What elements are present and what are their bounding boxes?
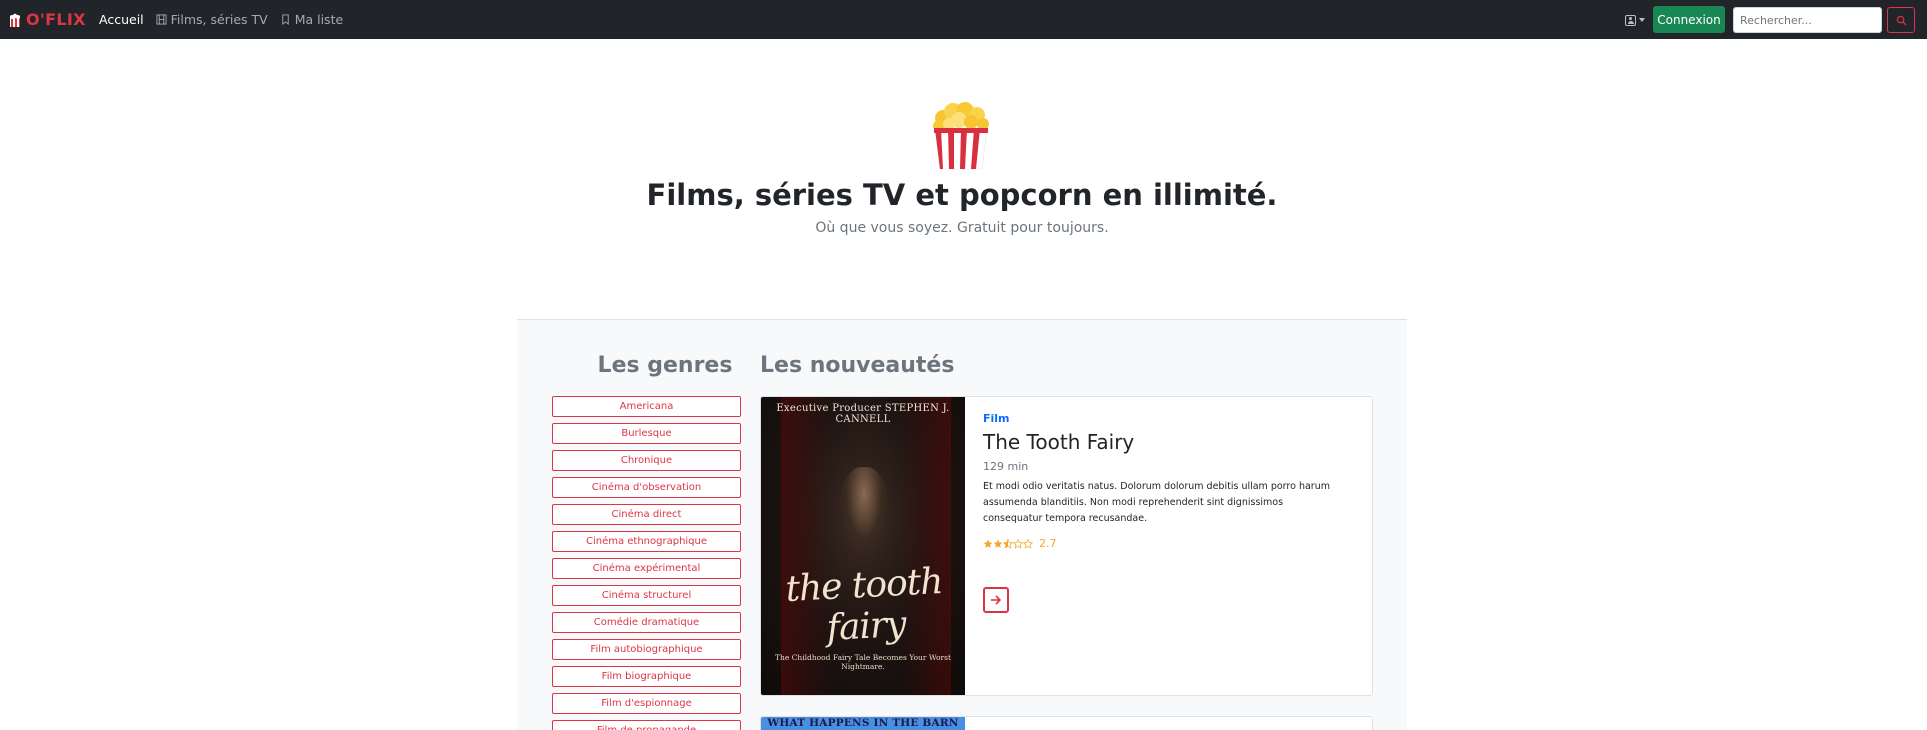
brand-logo[interactable]: O'FLIX <box>8 0 86 39</box>
genre-button[interactable]: Burlesque <box>552 423 741 444</box>
top-navbar: O'FLIX Accueil Films, séries TV Ma liste… <box>0 0 1927 39</box>
film-icon <box>156 14 167 25</box>
star-full-icon <box>983 539 993 548</box>
genre-button[interactable]: Cinéma ethnographique <box>552 531 741 552</box>
nav-link-films-series-label: Films, séries TV <box>170 12 268 27</box>
poster-figure <box>839 467 889 557</box>
star-half-icon <box>1003 538 1013 549</box>
nav-link-films-series[interactable]: Films, séries TV <box>156 12 268 27</box>
nav-link-home-label: Accueil <box>99 12 144 27</box>
nav-links: Accueil Films, séries TV Ma liste <box>99 0 343 39</box>
genre-button[interactable]: Film autobiographique <box>552 639 741 660</box>
poster-tagline: The Childhood Fairy Tale Becomes Your Wo… <box>775 653 951 671</box>
hero-title: Films, séries TV et popcorn en illimité. <box>646 178 1278 212</box>
search-input[interactable] <box>1733 7 1882 33</box>
movie-title: The Tooth Fairy <box>983 430 1135 454</box>
search-icon <box>1896 15 1907 26</box>
nav-link-my-list-label: Ma liste <box>294 12 344 27</box>
card-body: Film The Tooth Fairy 129 min Et modi odi… <box>981 397 1372 695</box>
movie-card: Executive Producer STEPHEN J. CANNELL th… <box>760 396 1373 696</box>
poster-credit: Executive Producer STEPHEN J. CANNELL <box>776 403 950 425</box>
poster-title: WHAT HAPPENS IN THE BARN <box>767 717 959 729</box>
hero-subtitle: Où que vous soyez. Gratuit pour toujours… <box>815 220 1109 236</box>
view-details-button[interactable] <box>983 587 1009 613</box>
star-empty-icon <box>1013 538 1023 549</box>
movie-synopsis: Et modi odio veritatis natus. Dolorum do… <box>983 481 1330 524</box>
movie-card: WHAT HAPPENS IN THE BARN <box>760 716 1373 730</box>
movie-poster[interactable]: Executive Producer STEPHEN J. CANNELL th… <box>761 397 965 695</box>
movie-rating: 2.7 <box>983 537 1057 550</box>
genre-button[interactable]: Film biographique <box>552 666 741 687</box>
nav-link-my-list[interactable]: Ma liste <box>280 12 343 27</box>
genre-button[interactable]: Chronique <box>552 450 741 471</box>
main-section: Les genres Americana Burlesque Chronique… <box>517 319 1407 730</box>
star-empty-icon <box>1023 538 1033 549</box>
star-full-icon <box>993 539 1003 548</box>
genre-button[interactable]: Film d'espionnage <box>552 693 741 714</box>
brand-name: O'FLIX <box>26 10 86 29</box>
caret-down-icon <box>1639 18 1645 22</box>
popcorn-icon <box>10 13 20 27</box>
genre-button[interactable]: Cinéma direct <box>552 504 741 525</box>
movie-duration: 129 min <box>983 460 1029 473</box>
rating-stars <box>983 538 1033 549</box>
arrow-right-icon <box>991 595 1002 605</box>
user-dropdown[interactable] <box>1625 12 1651 28</box>
poster-title: the tooth fairy <box>784 560 944 650</box>
genres-title: Les genres <box>597 353 733 378</box>
rating-value: 2.7 <box>1039 537 1057 550</box>
bookmark-icon <box>281 14 289 25</box>
genre-button[interactable]: Cinéma structurel <box>552 585 741 606</box>
genres-list: Americana Burlesque Chronique Cinéma d'o… <box>552 396 742 730</box>
movie-kind: Film <box>983 412 1010 425</box>
search-button[interactable] <box>1887 7 1915 33</box>
genre-button[interactable]: Comédie dramatique <box>552 612 741 633</box>
user-icon <box>1625 14 1636 26</box>
genre-button[interactable]: Cinéma expérimental <box>552 558 741 579</box>
movie-poster[interactable]: WHAT HAPPENS IN THE BARN <box>761 717 965 730</box>
popcorn-icon <box>933 102 989 170</box>
login-button[interactable]: Connexion <box>1653 6 1725 33</box>
genre-button[interactable]: Americana <box>552 396 741 417</box>
news-title: Les nouveautés <box>760 353 955 378</box>
genre-button[interactable]: Cinéma d'observation <box>552 477 741 498</box>
nav-link-home[interactable]: Accueil <box>99 12 144 27</box>
